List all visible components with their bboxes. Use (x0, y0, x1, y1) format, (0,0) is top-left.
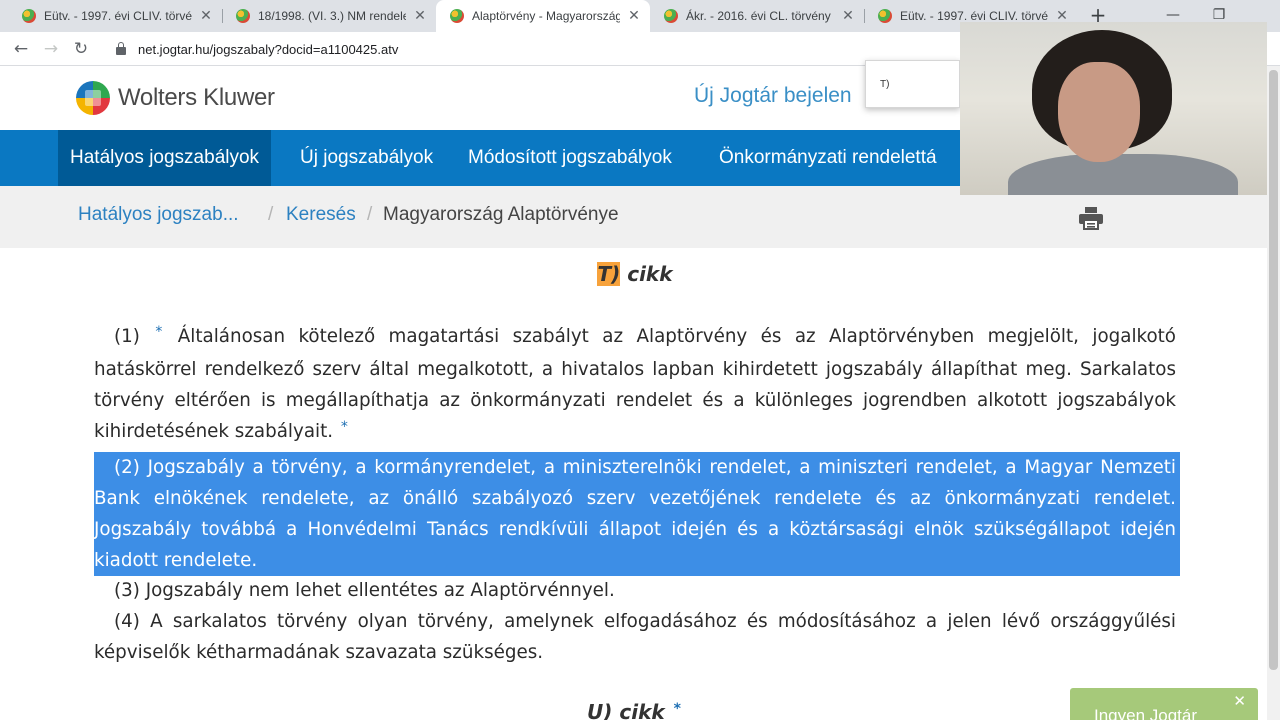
article-title-rest: cikk (620, 262, 673, 286)
address-bar[interactable]: net.jogtar.hu/jogszabaly?docid=a1100425.… (102, 35, 952, 63)
jogtar-favicon-icon (22, 9, 36, 23)
reload-button[interactable]: ↻ (68, 36, 94, 62)
amendment-star-link[interactable]: * (153, 324, 164, 340)
tab-close-icon[interactable]: ✕ (840, 8, 856, 24)
article-title: T) cikk (0, 262, 1270, 286)
breadcrumb-separator: / (367, 204, 373, 225)
tab-title: Eütv. - 1997. évi CLIV. törvény (900, 9, 1048, 23)
tab-alaptorveny[interactable]: Alaptörvény - Magyarország A ✕ (436, 0, 650, 32)
paragraph-3: (3) Jogszabály nem lehet ellentétes az A… (94, 575, 1176, 606)
amendment-star-link[interactable]: * (672, 701, 683, 717)
breadcrumb: Hatályos jogszab... / Keresés / Magyaror… (0, 186, 1280, 248)
tab-title: 18/1998. (VI. 3.) NM rendelet a (258, 9, 406, 23)
url-text: net.jogtar.hu/jogszabaly?docid=a1100425.… (138, 41, 399, 57)
breadcrumb-separator: / (268, 204, 274, 225)
tab-title: Ákr. - 2016. évi CL. törvény az (686, 9, 834, 23)
paragraph-4: (4) A sarkalatos törvény olyan törvény, … (94, 606, 1176, 668)
logo-text[interactable]: Wolters Kluwer (118, 84, 275, 112)
find-popup-text: T) (880, 79, 890, 90)
banner-close-icon[interactable]: ✕ (1233, 692, 1246, 710)
back-button[interactable]: ← (8, 36, 34, 62)
jogtar-favicon-icon (450, 9, 464, 23)
tab-akr[interactable]: Ákr. - 2016. évi CL. törvény az ✕ (650, 0, 864, 32)
lock-icon (116, 42, 126, 55)
scrollbar-thumb[interactable] (1269, 70, 1278, 670)
jogtar-favicon-icon (236, 9, 250, 23)
wolters-kluwer-logo-icon[interactable] (76, 81, 110, 115)
webcam-person-face (1058, 62, 1140, 162)
amendment-star-link[interactable]: * (339, 419, 350, 435)
webcam-person-shirt (1008, 154, 1238, 195)
forward-button[interactable]: → (38, 36, 64, 62)
login-link[interactable]: Új Jogtár bejelen (694, 84, 852, 108)
paragraph-4-text: (4) A sarkalatos törvény olyan törvény, … (94, 611, 1176, 663)
nav-hatalyos-jogszabalyok[interactable]: Hatályos jogszabályok (58, 130, 272, 186)
breadcrumb-current: Magyarország Alaptörvénye (383, 204, 619, 225)
tab-title: Alaptörvény - Magyarország A (472, 9, 620, 23)
browser-window: Eütv. - 1997. évi CLIV. törvény a ✕ 18/1… (0, 0, 1280, 720)
paragraph-2-selected[interactable]: (2) Jogszabály a törvény, a kormányrende… (94, 452, 1176, 576)
search-highlight: T) (597, 262, 621, 286)
tab-close-icon[interactable]: ✕ (412, 8, 428, 24)
tab-eutv-1[interactable]: Eütv. - 1997. évi CLIV. törvény a ✕ (8, 0, 222, 32)
paragraph-2-text: (2) Jogszabály a törvény, a kormányrende… (94, 457, 1176, 571)
nav-onkormanyzati-rendeletek[interactable]: Önkormányzati rendelettá (719, 130, 937, 186)
nav-uj-jogszabalyok[interactable]: Új jogszabályok (300, 130, 433, 186)
breadcrumb-hatalyos[interactable]: Hatályos jogszab... (78, 204, 239, 226)
find-popup[interactable]: T) (865, 60, 960, 108)
paragraph-3-text: (3) Jogszabály nem lehet ellentétes az A… (114, 580, 615, 601)
paragraph-1-number: (1) (114, 326, 140, 347)
jogtar-favicon-icon (878, 9, 892, 23)
banner-label: Ingyen Jogtár (1094, 706, 1198, 720)
ingyen-jogtar-banner[interactable]: Ingyen Jogtár ✕ (1070, 688, 1258, 720)
paragraph-1-text: Általánosan kötelező magatartási szabály… (94, 326, 1176, 442)
nav-modositott-jogszabalyok[interactable]: Módosított jogszabályok (468, 130, 672, 186)
breadcrumb-kereses[interactable]: Keresés (286, 204, 356, 226)
tab-title: Eütv. - 1997. évi CLIV. törvény a (44, 9, 192, 23)
tab-close-icon[interactable]: ✕ (626, 8, 642, 24)
tab-nm-rendelet[interactable]: 18/1998. (VI. 3.) NM rendelet a ✕ (222, 0, 436, 32)
tab-close-icon[interactable]: ✕ (198, 8, 214, 24)
paragraph-1: (1) * Általánosan kötelező magatartási s… (94, 321, 1176, 449)
jogtar-favicon-icon (664, 9, 678, 23)
print-icon[interactable] (1078, 206, 1104, 230)
webcam-overlay (960, 22, 1267, 195)
article-content: T) cikk (1) * Általánosan kötelező magat… (0, 248, 1280, 720)
